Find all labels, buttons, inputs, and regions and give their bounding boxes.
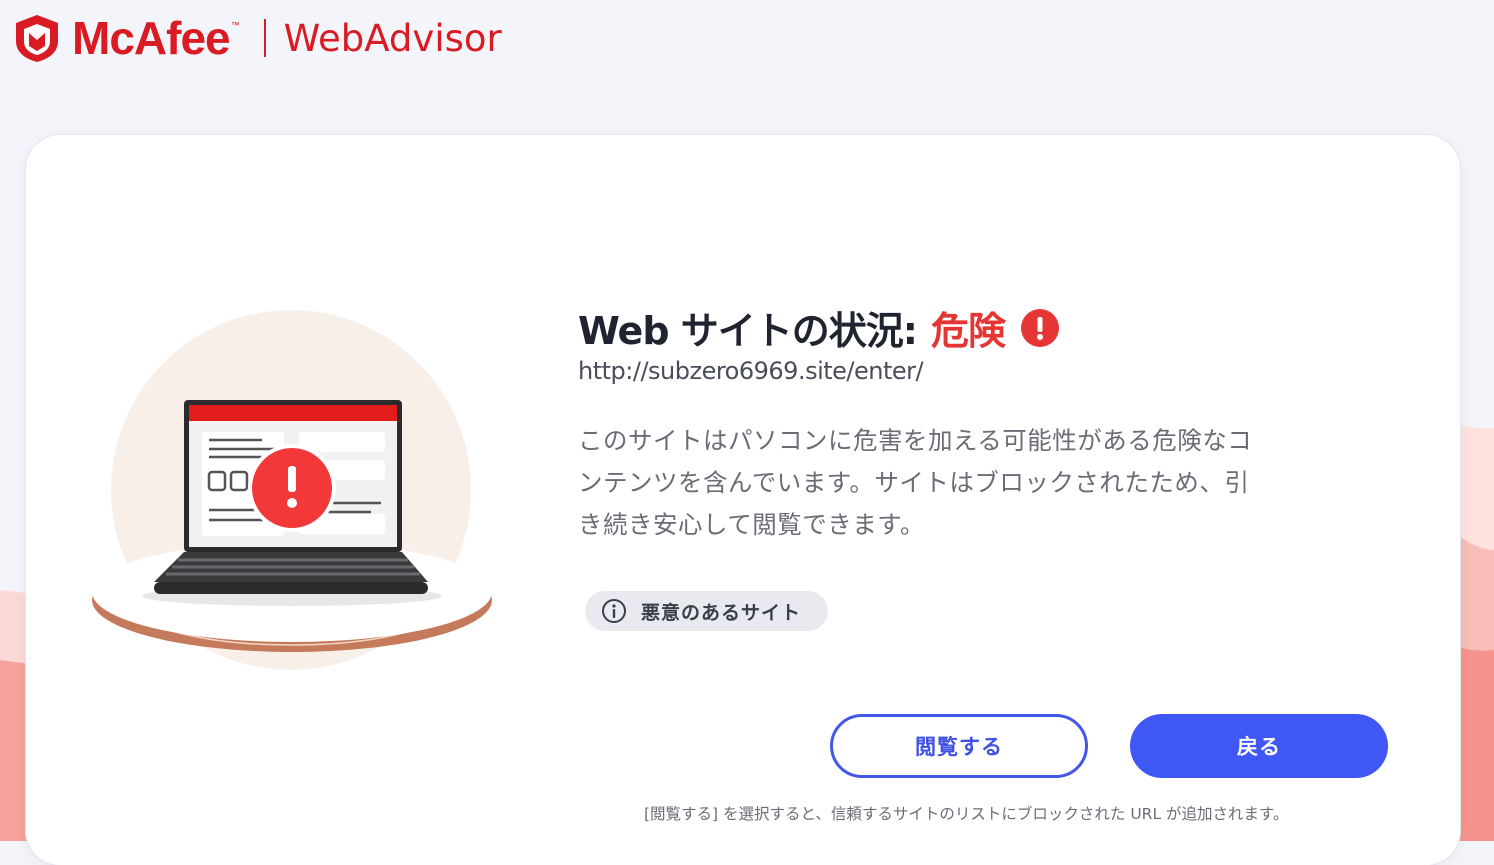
brand-name: McAfee xyxy=(72,12,231,64)
category-label: 悪意のあるサイト xyxy=(641,601,802,624)
go-back-button[interactable]: 戻る xyxy=(1130,714,1388,778)
visit-footnote: [閲覧する] を選択すると、信頼するサイトのリストにブロックされた URL が追… xyxy=(644,805,1289,823)
trademark: ™ xyxy=(230,20,240,30)
product-name: WebAdvisor xyxy=(283,16,502,60)
warning-description: このサイトはパソコンに危害を加える可能性がある危険なコンテンツを含んでいます。サ… xyxy=(578,426,1253,539)
header-divider xyxy=(263,19,266,57)
category-chip: 悪意のあるサイト xyxy=(585,591,828,631)
mcafee-shield-logo-icon xyxy=(16,15,58,62)
app-header: McAfee ™ WebAdvisor xyxy=(14,10,502,66)
visit-site-button[interactable]: 閲覧する xyxy=(830,714,1088,778)
blocked-url: http://subzero6969.site/enter/ xyxy=(578,357,924,385)
exclamation-circle-icon xyxy=(1020,308,1059,347)
status-level: 危険 xyxy=(930,309,1006,353)
status-title: Web サイトの状況: xyxy=(578,309,918,353)
site-status-heading: Web サイトの状況: 危険 xyxy=(578,300,1059,355)
blocked-laptop-illustration xyxy=(92,310,492,670)
info-icon xyxy=(602,599,626,623)
